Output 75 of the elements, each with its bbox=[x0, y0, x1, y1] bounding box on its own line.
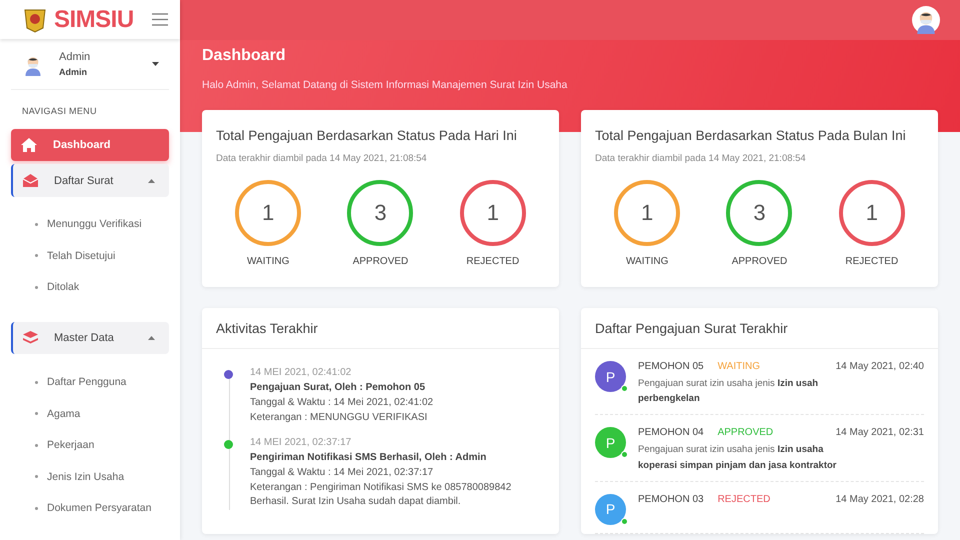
activity-title: Pengiriman Notifikasi SMS Berhasil, Oleh : Admin bbox=[250, 452, 488, 463]
bullet-icon bbox=[35, 475, 38, 478]
online-dot-icon bbox=[621, 451, 628, 458]
emblem-logo bbox=[22, 6, 48, 33]
brand-name: SIMSIU bbox=[54, 6, 134, 34]
stat-label: REJECTED bbox=[845, 256, 898, 267]
sidebar-item[interactable]: Dashboard bbox=[11, 129, 169, 162]
bullet-icon bbox=[35, 506, 38, 510]
bullet-icon bbox=[35, 222, 38, 226]
stat-label: APPROVED bbox=[352, 256, 408, 267]
applicant-name: PEMOHON 03 bbox=[638, 494, 704, 505]
submenu-item[interactable]: Menunggu Verifikasi bbox=[0, 208, 180, 240]
activity-detail: Keterangan : MENUNGGU VERIFIKASI bbox=[250, 410, 428, 424]
applicant-avatar: P bbox=[595, 494, 626, 525]
page-title: Dashboard bbox=[202, 47, 287, 65]
request-description: Pengajuan surat izin usaha jenis Izin usaha koperasi simpan pinjam dan jasa kontraktor bbox=[638, 443, 838, 473]
stat-ring: 3 bbox=[726, 180, 792, 246]
activity-time: 14 MEI 2021, 02:41:02 bbox=[250, 367, 352, 378]
submenu-item[interactable]: Ditolak bbox=[0, 272, 180, 304]
bullet-icon bbox=[35, 412, 38, 416]
bullet-icon bbox=[35, 380, 38, 384]
nav-heading: NAVIGASI MENU bbox=[21, 105, 98, 118]
stat-ring: 1 bbox=[235, 180, 302, 246]
stat-ring: 1 bbox=[614, 180, 680, 246]
applicant-avatar: P bbox=[595, 427, 626, 458]
submenu-item[interactable]: Telah Disetujui bbox=[0, 240, 180, 272]
request-date: 14 May 2021, 02:31 bbox=[836, 427, 924, 438]
page-subtitle: Halo Admin, Selamat Datang di Sistem Informasi Manajemen Surat Izin Usaha bbox=[202, 79, 568, 91]
card-title: Daftar Pengajuan Surat Terakhir bbox=[581, 308, 938, 349]
applicant-name: PEMOHON 04 bbox=[638, 427, 704, 438]
bullet-icon bbox=[35, 254, 38, 258]
profile-avatar-icon bbox=[912, 6, 940, 34]
submenu-item[interactable]: Pekerjaan bbox=[0, 429, 180, 461]
activity-detail: Tanggal & Waktu : 14 Mei 2021, 02:41:02 bbox=[250, 396, 434, 410]
activity-time: 14 MEI 2021, 02:37:17 bbox=[250, 437, 352, 448]
submenu-item[interactable]: Agama bbox=[0, 398, 180, 430]
envelope-icon bbox=[23, 174, 38, 188]
user-name: Admin bbox=[59, 51, 92, 64]
activity-title: Pengajuan Surat, Oleh : Pemohon 05 bbox=[250, 382, 426, 393]
bullet-icon bbox=[35, 444, 38, 447]
status-label: REJECTED bbox=[718, 494, 770, 505]
menu-button[interactable] bbox=[152, 13, 168, 26]
layers-icon bbox=[23, 331, 38, 346]
caret-icon[interactable] bbox=[152, 62, 159, 66]
stat-label: WAITING bbox=[626, 256, 668, 267]
card-title: Aktivitas Terakhir bbox=[202, 308, 559, 349]
online-dot-icon bbox=[621, 518, 628, 525]
submenu-item[interactable]: Dokumen Persyaratan bbox=[0, 492, 180, 524]
submenu-item[interactable]: Jenis Izin Usaha bbox=[0, 460, 180, 492]
request-date: 14 May 2021, 02:28 bbox=[836, 494, 924, 505]
sidebar-item[interactable]: Master Data bbox=[11, 322, 169, 354]
bullet-icon bbox=[35, 286, 38, 289]
card-title: Total Pengajuan Berdasarkan Status Pada Hari Ini bbox=[215, 127, 518, 143]
card-title: Total Pengajuan Berdasarkan Status Pada Bulan Ini bbox=[594, 127, 907, 143]
request-date: 14 May 2021, 02:40 bbox=[836, 361, 924, 372]
applicant-name: PEMOHON 05 bbox=[638, 361, 704, 372]
stat-ring: 1 bbox=[460, 180, 526, 246]
stat-label: WAITING bbox=[246, 256, 290, 267]
stat-ring: 1 bbox=[838, 180, 905, 246]
submenu-item[interactable]: Daftar Pengguna bbox=[0, 366, 180, 398]
online-dot-icon bbox=[621, 385, 628, 392]
status-label: WAITING bbox=[718, 361, 760, 372]
applicant-avatar: P bbox=[595, 361, 626, 392]
update-time: Data terakhir diambil pada 14 May 2021, 21:08:54 bbox=[594, 152, 807, 164]
stat-label: REJECTED bbox=[466, 256, 520, 267]
update-time: Data terakhir diambil pada 14 May 2021, 21:08:54 bbox=[215, 152, 428, 164]
request-description: Pengajuan surat izin usaha jenis Izin usah perbengkelan bbox=[638, 377, 820, 406]
user-role: Admin bbox=[59, 67, 88, 78]
sidebar-item[interactable]: Daftar Surat bbox=[11, 164, 169, 197]
activity-detail: Keterangan : Pengiriman Notifikasi SMS ke 085780089842 Berhasil. Surat Izin Usaha sudah dapat diambil. bbox=[250, 480, 512, 509]
stat-ring: 3 bbox=[347, 180, 414, 246]
home-icon bbox=[21, 138, 37, 152]
activity-detail: Tanggal & Waktu : 14 Mei 2021, 02:37:17 bbox=[250, 466, 434, 480]
status-label: APPROVED bbox=[718, 427, 774, 438]
stat-label: APPROVED bbox=[732, 256, 788, 267]
